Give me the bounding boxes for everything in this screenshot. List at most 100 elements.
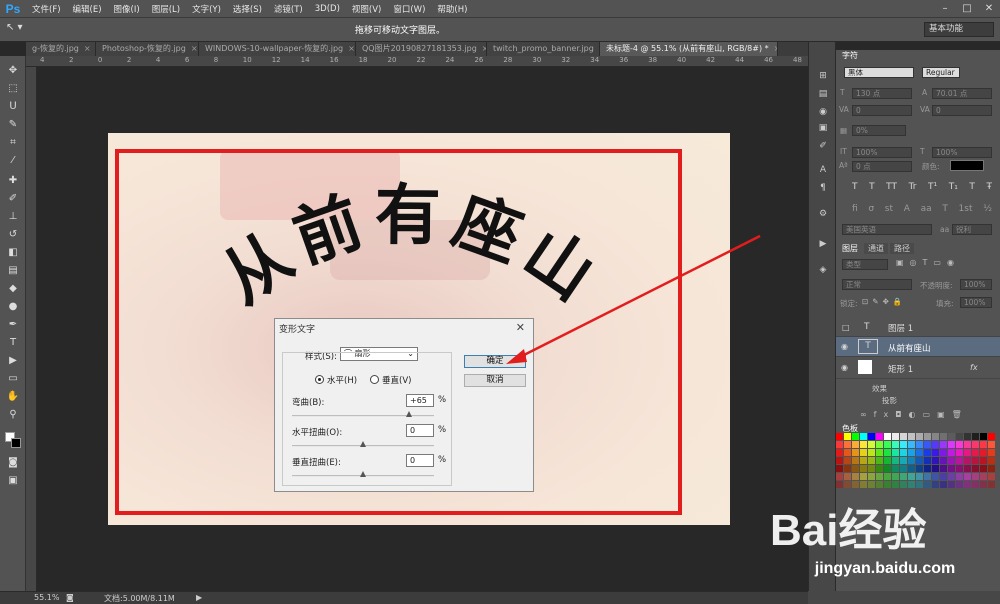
color-swatch[interactable] [844, 473, 851, 480]
color-swatch[interactable] [924, 481, 931, 488]
color-swatch[interactable] [900, 473, 907, 480]
color-swatch[interactable] [892, 465, 899, 472]
color-swatch[interactable] [940, 433, 947, 440]
cancel-button[interactable]: 取消 [464, 374, 526, 387]
color-swatch[interactable] [908, 449, 915, 456]
color-swatch[interactable] [980, 441, 987, 448]
color-swatch[interactable] [956, 441, 963, 448]
color-swatch[interactable] [908, 441, 915, 448]
faux-italic-button[interactable]: T [869, 182, 875, 194]
close-window-button[interactable]: ✕ [978, 0, 1000, 18]
color-swatch[interactable] [884, 449, 891, 456]
color-swatch[interactable] [988, 457, 995, 464]
color-swatch[interactable] [908, 457, 915, 464]
move-tool-icon[interactable]: ✥ [5, 64, 21, 78]
properties-panel-icon[interactable]: ▤ [815, 88, 831, 100]
styles-panel-icon[interactable]: ▣ [815, 122, 831, 134]
color-swatch[interactable] [988, 433, 995, 440]
color-swatch[interactable] [916, 441, 923, 448]
color-swatch[interactable] [908, 473, 915, 480]
lock-icons[interactable]: ⊡✎✥🔒 [862, 297, 922, 307]
actions-panel-icon[interactable]: ▶ [815, 238, 831, 250]
eraser-tool-icon[interactable]: ◧ [5, 246, 21, 260]
marquee-tool-icon[interactable]: ⬚ [5, 82, 21, 96]
color-swatch[interactable] [956, 481, 963, 488]
color-swatch[interactable] [844, 465, 851, 472]
layer-row[interactable]: ◉ 矩形 1 fx [836, 357, 1000, 379]
color-swatch[interactable] [972, 465, 979, 472]
color-swatch[interactable] [852, 473, 859, 480]
doc-tab[interactable]: Photoshop-恢复的.jpg × [96, 42, 199, 56]
swash-button[interactable]: A [904, 204, 910, 216]
color-swatch[interactable] [972, 473, 979, 480]
color-swatch[interactable] [844, 481, 851, 488]
effects-label[interactable]: 效果 [872, 383, 887, 394]
color-swatch[interactable] [980, 481, 987, 488]
color-swatch[interactable] [876, 433, 883, 440]
color-swatch[interactable] [988, 449, 995, 456]
menu-edit[interactable]: 编辑(E) [67, 3, 108, 15]
color-swatch[interactable] [884, 473, 891, 480]
color-swatch[interactable] [988, 481, 995, 488]
tab-character[interactable]: 字符 [838, 50, 862, 61]
color-swatch[interactable] [924, 465, 931, 472]
color-swatch[interactable] [852, 481, 859, 488]
color-swatch[interactable] [988, 441, 995, 448]
vertical-scale-field[interactable]: 100% [852, 147, 912, 158]
color-swatch[interactable] [924, 441, 931, 448]
color-swatch[interactable] [844, 449, 851, 456]
scale-field[interactable]: 0% [852, 125, 906, 136]
color-swatch[interactable] [916, 465, 923, 472]
color-swatch[interactable] [884, 465, 891, 472]
color-swatch[interactable] [860, 481, 867, 488]
color-swatch[interactable] [868, 433, 875, 440]
color-swatch[interactable] [860, 473, 867, 480]
color-swatch[interactable] [900, 481, 907, 488]
color-swatch[interactable] [948, 473, 955, 480]
color-swatch[interactable] [836, 433, 843, 440]
status-icon[interactable]: ◙ [66, 593, 74, 602]
color-swatch[interactable] [916, 449, 923, 456]
color-swatch[interactable] [940, 441, 947, 448]
healing-tool-icon[interactable]: ✚ [5, 174, 21, 188]
pen-tool-icon[interactable]: ✒ [5, 318, 21, 332]
color-swatch[interactable] [900, 457, 907, 464]
menu-help[interactable]: 帮助(H) [431, 3, 473, 15]
color-swatch[interactable] [892, 473, 899, 480]
fx-icon[interactable]: fx [970, 363, 978, 372]
all-caps-button[interactable]: TT [886, 182, 897, 194]
layer-row[interactable]: □ T 图层 1 [836, 317, 1000, 337]
menu-window[interactable]: 窗口(W) [387, 3, 431, 15]
color-swatch[interactable] [948, 449, 955, 456]
color-swatch[interactable] [980, 473, 987, 480]
color-swatch[interactable] [860, 449, 867, 456]
color-swatch[interactable] [964, 441, 971, 448]
color-swatch[interactable] [900, 465, 907, 472]
hdistort-field[interactable]: 0 [406, 424, 434, 437]
bend-slider[interactable] [292, 415, 434, 417]
color-swatch[interactable] [892, 449, 899, 456]
tab-paths[interactable]: 路径 [890, 243, 914, 254]
small-caps-button[interactable]: Tr [909, 182, 917, 194]
color-swatch[interactable] [948, 465, 955, 472]
close-icon[interactable]: × [348, 44, 355, 53]
alternates-button[interactable]: σ [868, 204, 874, 216]
color-swatch[interactable] [988, 465, 995, 472]
brush-tool-icon[interactable]: ✐ [5, 192, 21, 206]
color-swatch[interactable] [924, 473, 931, 480]
layer-filter-icons[interactable]: ▣◎T▭◉ [896, 258, 994, 270]
color-swatch[interactable] [956, 433, 963, 440]
doc-tab[interactable]: twitch_promo_banner.jpg× [487, 42, 600, 56]
color-swatch[interactable] [940, 473, 947, 480]
drop-shadow-label[interactable]: 投影 [882, 395, 897, 406]
color-swatch[interactable] [876, 441, 883, 448]
color-swatch[interactable] [868, 481, 875, 488]
layer-row-selected[interactable]: ◉ T 从前有座山 [836, 337, 1000, 357]
color-swatch[interactable] [908, 433, 915, 440]
color-swatch[interactable] [916, 433, 923, 440]
color-swatch[interactable] [876, 457, 883, 464]
color-swatch[interactable] [972, 457, 979, 464]
color-swatch[interactable] [940, 449, 947, 456]
tab-layers[interactable]: 图层 [838, 243, 862, 254]
close-icon[interactable]: × [84, 44, 91, 53]
